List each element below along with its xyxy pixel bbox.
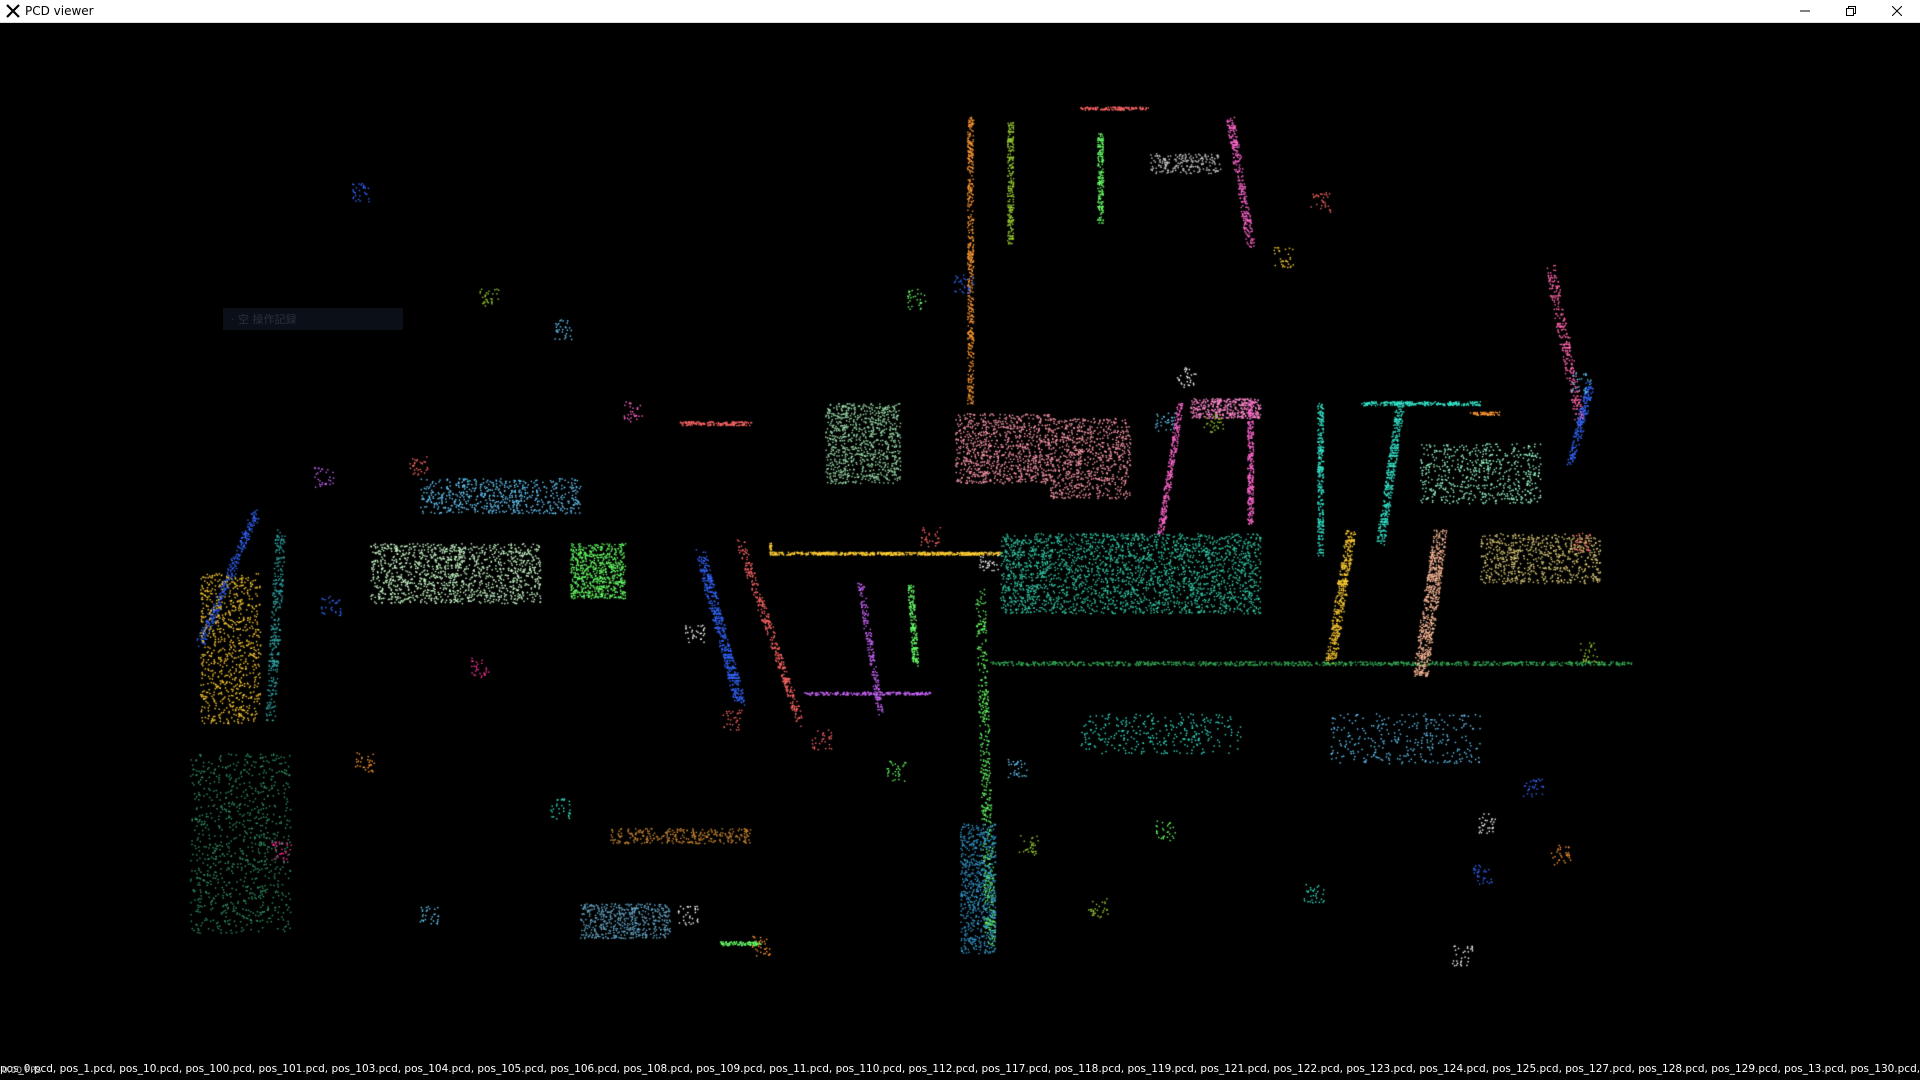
loaded-file-name: pos_122.pcd, <box>1273 1063 1347 1075</box>
close-button[interactable] <box>1874 0 1920 22</box>
loaded-file-name: pos_118.pcd, <box>1054 1063 1128 1075</box>
loaded-file-name: pos_119.pcd, <box>1127 1063 1201 1075</box>
loaded-file-name: pos_129.pcd, <box>1711 1063 1785 1075</box>
loaded-file-name: pos_103.pcd, <box>331 1063 405 1075</box>
window-title: PCD viewer <box>25 4 94 18</box>
x-logo-icon <box>4 2 22 20</box>
loaded-file-name: pos_127.pcd, <box>1565 1063 1639 1075</box>
title-bar[interactable]: PCD viewer <box>0 0 1920 23</box>
pcd-viewer-window: PCD viewer · 空 操作記録 pos_0.pcd, pos_1.pcd… <box>0 0 1920 1080</box>
loaded-file-name: pos_100.pcd, <box>185 1063 259 1075</box>
loaded-file-name: pos_110.pcd, <box>835 1063 909 1075</box>
minimize-button[interactable] <box>1782 0 1828 22</box>
point-cloud-viewport[interactable]: · 空 操作記録 <box>0 23 1920 1080</box>
loaded-file-name: pos_128.pcd, <box>1638 1063 1712 1075</box>
loaded-file-name: pos_108.pcd, <box>623 1063 697 1075</box>
close-icon <box>1892 6 1902 16</box>
loaded-file-name: pos_1.pcd, <box>59 1063 120 1075</box>
loaded-file-name: pos_109.pcd, <box>696 1063 770 1075</box>
restore-button[interactable] <box>1828 0 1874 22</box>
loaded-file-name: pos_130.pcd, <box>1850 1063 1920 1075</box>
loaded-file-name: pos_105.pcd, <box>477 1063 551 1075</box>
loaded-file-name: pos_112.pcd, <box>908 1063 982 1075</box>
loaded-file-name: pos_101.pcd, <box>258 1063 332 1075</box>
loaded-file-name: pos_117.pcd, <box>981 1063 1055 1075</box>
window-controls <box>1782 0 1920 22</box>
loaded-file-name: pos_121.pcd, <box>1200 1063 1274 1075</box>
loaded-file-name: pos_106.pcd, <box>550 1063 624 1075</box>
loaded-file-name: pos_13.pcd, <box>1784 1063 1851 1075</box>
minimize-icon <box>1800 10 1810 12</box>
faded-overlay-label: · 空 操作記録 <box>223 308 403 330</box>
loaded-file-name: pos_10.pcd, <box>119 1063 186 1075</box>
loaded-file-name: pos_124.pcd, <box>1419 1063 1493 1075</box>
loaded-file-name: pos_11.pcd, <box>769 1063 836 1075</box>
loaded-files-list: pos_0.pcd, pos_1.pcd, pos_10.pcd, pos_10… <box>0 1060 1920 1078</box>
loaded-file-name: pos_123.pcd, <box>1346 1063 1420 1075</box>
loaded-file-name: pos_104.pcd, <box>404 1063 478 1075</box>
point-cloud-canvas[interactable] <box>0 23 1920 1080</box>
fps-counter: 0.00 FPS <box>2 1066 42 1076</box>
loaded-file-name: pos_125.pcd, <box>1492 1063 1566 1075</box>
restore-icon <box>1846 6 1856 16</box>
